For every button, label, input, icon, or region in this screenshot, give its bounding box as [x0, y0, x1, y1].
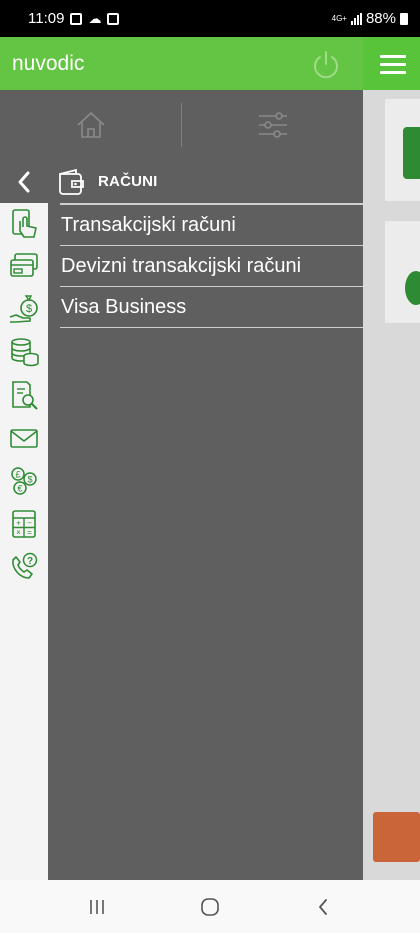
cloud-notification-icon: ☁ [88, 10, 102, 26]
gallery-notification-icon [70, 12, 83, 25]
back-chevron-icon [319, 898, 328, 915]
svg-text:−: − [27, 519, 32, 528]
status-bar: 11:09 ☁ 4G+ 88% [0, 0, 420, 37]
app-notification-icon [107, 12, 120, 25]
envelope-icon[interactable] [8, 422, 40, 454]
settings-button[interactable] [182, 90, 363, 160]
coins-stack-icon[interactable] [8, 336, 40, 368]
background-card-icon [405, 271, 420, 305]
category-sidebar: $ £ $ € + − × = ? [0, 203, 48, 880]
svg-text:€: € [17, 484, 22, 494]
battery-icon [400, 12, 408, 25]
back-nav-button[interactable] [293, 887, 353, 927]
recent-apps-icon [89, 899, 104, 914]
menu-item-devizni-transakcijski-racuni[interactable]: Devizni transakcijski računi [60, 246, 363, 287]
home-circle-icon [201, 897, 219, 916]
money-bag-hand-icon[interactable]: $ [8, 293, 40, 325]
touch-payment-icon[interactable] [8, 207, 40, 239]
section-title: RAČUNI [98, 173, 158, 190]
svg-text:+: + [16, 519, 21, 528]
sliders-icon [258, 112, 287, 138]
status-time: 11:09 [28, 10, 65, 27]
menu-item-visa-business[interactable]: Visa Business [60, 287, 363, 328]
card-icon[interactable] [8, 250, 40, 282]
svg-text:$: $ [27, 475, 32, 485]
signal-icon [350, 12, 362, 25]
menu-item-transakcijski-racuni[interactable]: Transakcijski računi [60, 205, 363, 246]
background-orange-button[interactable] [373, 812, 420, 862]
back-button[interactable] [0, 160, 48, 203]
recent-apps-button[interactable] [67, 887, 127, 927]
calculator-icon[interactable]: + − × = [8, 508, 40, 540]
accounts-menu-list: Transakcijski računi Devizni transakcijs… [60, 203, 363, 328]
home-nav-button[interactable] [180, 887, 240, 927]
battery-percent: 88% [365, 10, 396, 27]
chevron-left-icon [18, 171, 30, 192]
svg-text:$: $ [26, 303, 32, 315]
hamburger-menu-icon[interactable] [380, 55, 406, 79]
network-type: 4G+ [331, 13, 347, 23]
background-app-header [363, 37, 420, 90]
system-navigation-bar [0, 880, 420, 933]
app-title: nuvodic [12, 51, 85, 75]
svg-text:×: × [16, 528, 21, 537]
background-app[interactable] [363, 37, 420, 880]
drawer-header: nuvodic [0, 37, 363, 90]
navigation-drawer: nuvodic RAČUNI $ £ $ € + − × = ? Transak… [0, 37, 363, 880]
document-search-icon[interactable] [8, 379, 40, 411]
home-button[interactable] [0, 90, 181, 160]
quick-actions-row [0, 90, 363, 160]
background-card-icon [403, 127, 420, 179]
wallet-icon [56, 167, 86, 197]
power-icon[interactable] [311, 49, 341, 79]
svg-text:?: ? [27, 556, 33, 567]
phone-support-icon[interactable]: ? [8, 551, 40, 583]
currency-exchange-icon[interactable]: £ $ € [8, 465, 40, 497]
svg-text:=: = [27, 528, 32, 537]
svg-text:£: £ [15, 470, 20, 480]
home-icon [76, 111, 105, 138]
section-header: RAČUNI [0, 160, 363, 203]
